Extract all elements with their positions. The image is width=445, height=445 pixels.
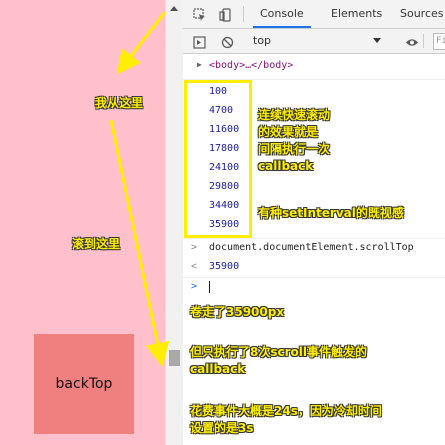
input-prompt-icon: > bbox=[191, 281, 198, 292]
command-prompt-icon: > bbox=[191, 242, 198, 253]
clear-console-icon[interactable] bbox=[221, 34, 234, 49]
device-toolbar-icon[interactable] bbox=[219, 7, 233, 22]
sidebar-toggle-icon[interactable] bbox=[193, 34, 206, 49]
back-top-button[interactable]: backTop bbox=[34, 334, 134, 434]
scroll-up-arrow-icon[interactable] bbox=[170, 6, 178, 11]
annotation-line: callback bbox=[258, 159, 314, 173]
console-toolbar: top Fi bbox=[183, 29, 445, 54]
console-input-row[interactable]: > bbox=[183, 277, 445, 298]
command-result: 35900 bbox=[209, 261, 240, 272]
annotation-line: 花费事件大概是24s，因为冷却时间 bbox=[190, 404, 382, 418]
execution-context-select[interactable]: top bbox=[253, 29, 271, 53]
live-expression-eye-icon[interactable] bbox=[405, 34, 418, 47]
command-row: > document.documentElement.scrollTop bbox=[183, 238, 445, 259]
text-cursor bbox=[209, 281, 210, 293]
tab-sources[interactable]: Sources bbox=[393, 0, 445, 28]
annotation-line: 连续快速滚动 bbox=[258, 108, 331, 122]
annotation-setinterval: 有种setInterval的既视感 bbox=[258, 206, 404, 220]
toolbar-divider bbox=[423, 34, 424, 48]
tab-console[interactable]: Console bbox=[253, 0, 311, 28]
annotation-line: 间隔执行一次 bbox=[258, 142, 331, 156]
back-top-label: backTop bbox=[55, 376, 113, 392]
annotation-triggered: 但只执行了8次scroll事件触发的 callback bbox=[190, 344, 367, 378]
annotation-scroll-to-here: 滚到这里 bbox=[72, 237, 121, 251]
annotation-scrolled-px: 卷走了35900px bbox=[190, 305, 285, 319]
filter-input[interactable]: Fi bbox=[433, 33, 445, 50]
devtools-tabbar: Console Elements Sources bbox=[183, 0, 445, 29]
tabbar-divider bbox=[243, 6, 244, 22]
result-row: < 35900 bbox=[183, 258, 445, 278]
expand-caret-icon[interactable]: ▶ bbox=[197, 60, 202, 69]
highlight-box bbox=[184, 80, 252, 238]
result-arrow-icon: < bbox=[191, 261, 198, 272]
annotation-fast-scroll: 连续快速滚动 的效果就是 间隔执行一次 callback bbox=[258, 107, 330, 175]
scrollbar-thumb[interactable] bbox=[169, 350, 180, 366]
annotation-time-taken: 花费事件大概是24s，因为冷却时间 设置的是3s bbox=[190, 403, 382, 437]
annotation-from-here: 我从这里 bbox=[95, 96, 144, 110]
logged-body-element[interactable]: <body>…</body> bbox=[209, 60, 293, 71]
annotation-line: 设置的是3s bbox=[190, 421, 254, 435]
entered-command: document.documentElement.scrollTop bbox=[209, 242, 414, 253]
page-scrollbar[interactable] bbox=[165, 0, 183, 445]
inspect-element-icon[interactable] bbox=[193, 7, 207, 21]
tab-elements[interactable]: Elements bbox=[324, 0, 389, 28]
annotation-line: 的效果就是 bbox=[258, 125, 319, 139]
page-viewport: backTop bbox=[0, 0, 165, 445]
annotation-line: 但只执行了8次scroll事件触发的 bbox=[190, 345, 367, 359]
chevron-down-icon[interactable] bbox=[373, 38, 381, 43]
annotation-line: callback bbox=[190, 362, 246, 376]
